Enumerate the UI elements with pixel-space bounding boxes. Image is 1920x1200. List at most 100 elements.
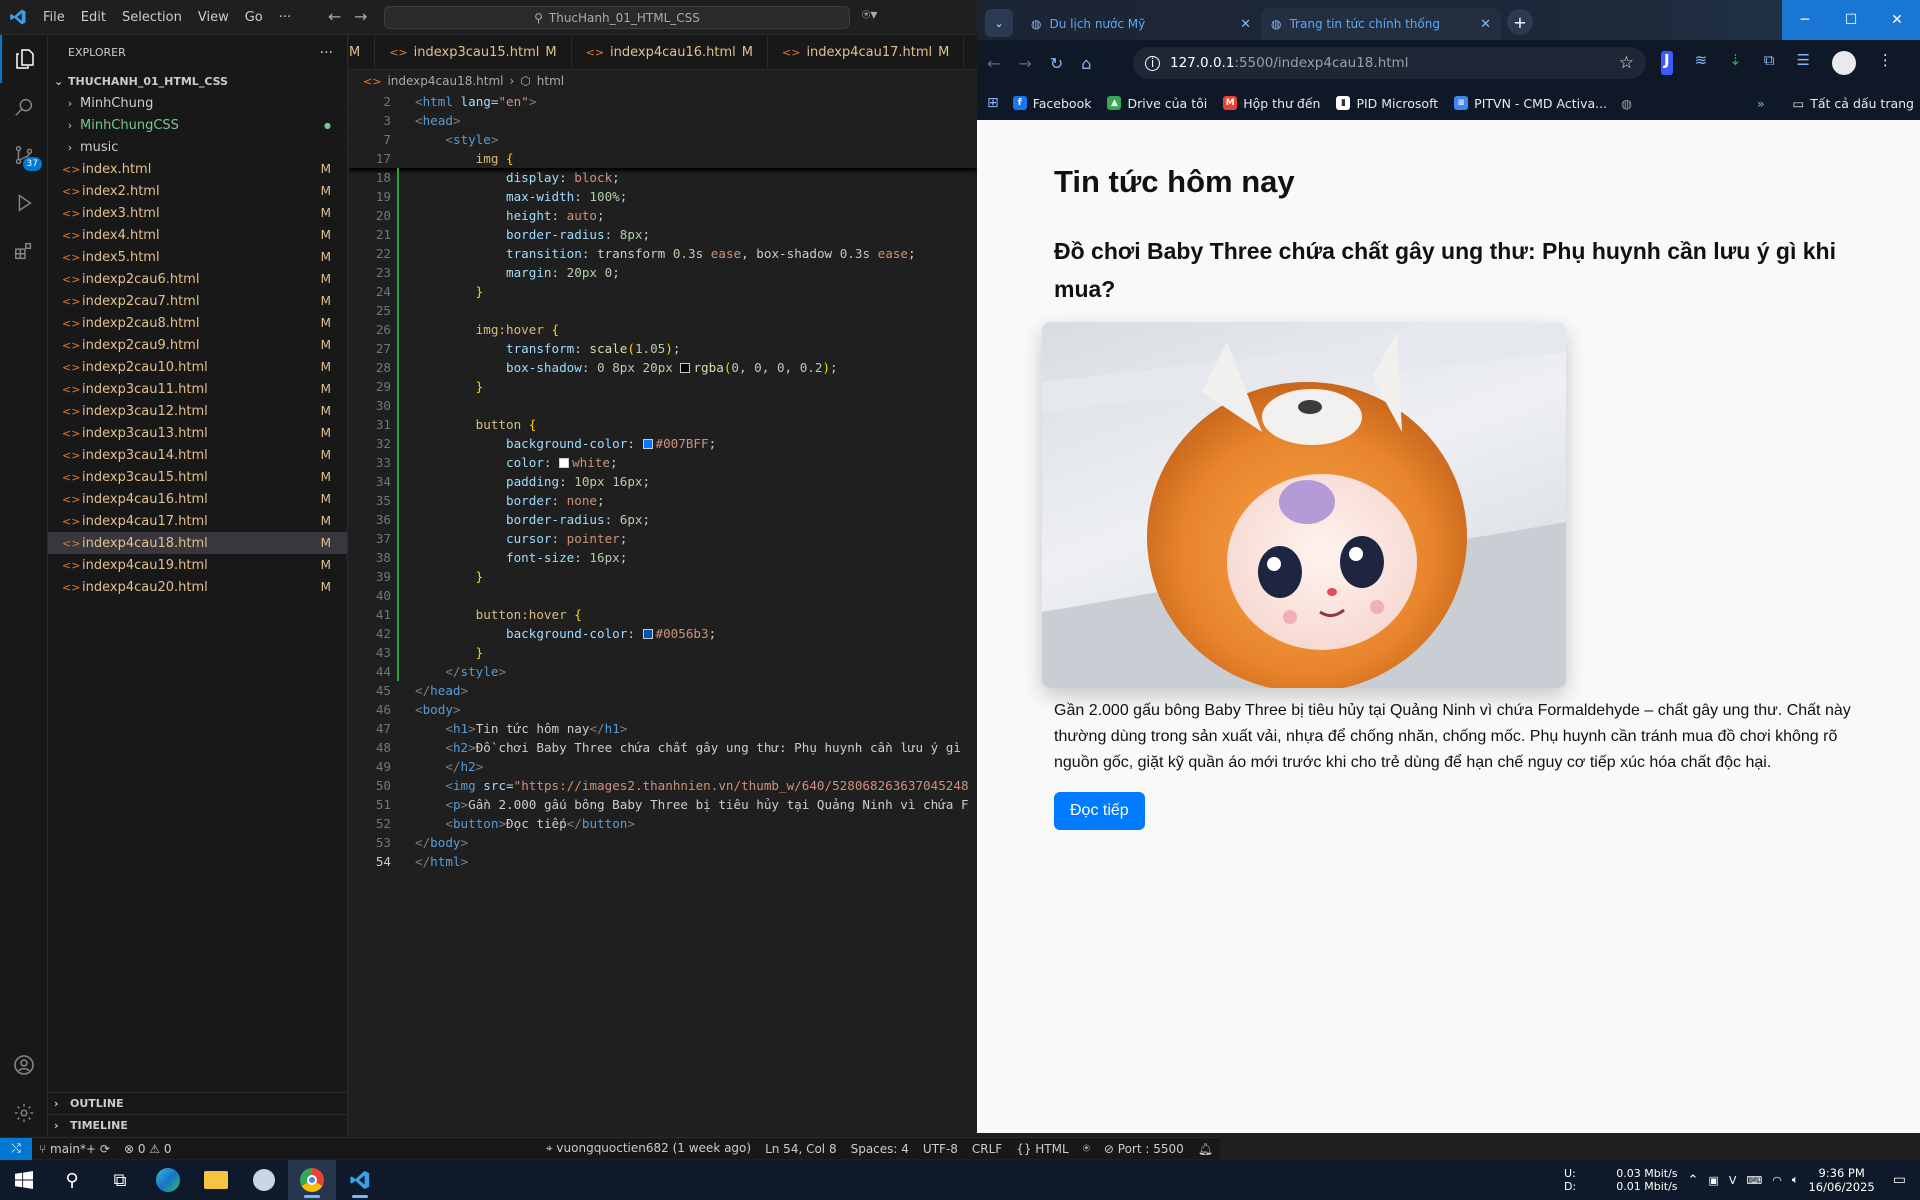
tab-search-icon[interactable]: ⌄ [985, 9, 1013, 37]
keyboard-icon[interactable]: ⌨ [1746, 1174, 1762, 1187]
tree-file[interactable]: <> indexp3cau12.html M [48, 400, 347, 422]
language-mode[interactable]: {} HTML [1009, 1142, 1075, 1156]
maximize-button[interactable]: ☐ [1828, 0, 1874, 40]
reading-list-icon[interactable]: ☰ [1796, 51, 1809, 75]
tree-folder[interactable]: › MinhChung [48, 92, 347, 114]
timeline-section[interactable]: › TIMELINE [48, 1114, 347, 1136]
code-editor[interactable]: 2 <html lang="en"> 3 <head> 7 <style> 17 img … [349, 92, 977, 1137]
cursor-position[interactable]: Ln 54, Col 8 [758, 1142, 844, 1156]
explorer-more-icon[interactable]: ··· [320, 45, 333, 61]
tree-file[interactable]: <> indexp3cau14.html M [48, 444, 347, 466]
tree-folder[interactable]: › music [48, 136, 347, 158]
apps-grid-icon[interactable]: ⊞ [987, 95, 999, 111]
tree-file[interactable]: <> indexp4cau17.html M [48, 510, 347, 532]
remote-indicator-icon[interactable]: ⤭ [0, 1137, 32, 1160]
bookmarks-more-icon[interactable]: » [1757, 96, 1765, 111]
editor-tab[interactable]: <> indexp4cau16.html M [571, 35, 768, 69]
address-bar[interactable]: i 127.0.0.1:5500/indexp4cau18.html ☆ [1133, 47, 1646, 79]
close-window-button[interactable]: ✕ [1874, 0, 1920, 40]
menu-item[interactable]: Selection [114, 0, 190, 35]
tree-file[interactable]: <> indexp2cau6.html M [48, 268, 347, 290]
tree-file[interactable]: <> indexp4cau16.html M [48, 488, 347, 510]
reload-icon[interactable]: ↻ [1050, 54, 1063, 73]
search-icon[interactable]: ⚲ [48, 1160, 96, 1200]
run-debug-icon[interactable] [0, 179, 48, 227]
volume-icon[interactable]: 🔈︎ [1792, 1173, 1799, 1187]
tree-file[interactable]: <> indexp2cau9.html M [48, 334, 347, 356]
problems-status[interactable]: ⊗ 0 ⚠ 0 [117, 1142, 179, 1156]
menu-item[interactable]: Edit [73, 0, 114, 35]
editor-tab[interactable]: <> indexp3cau15.html M [375, 35, 572, 69]
tree-file[interactable]: <> index.html M [48, 158, 347, 180]
tree-file[interactable]: <> indexp2cau7.html M [48, 290, 347, 312]
close-tab-icon[interactable]: ✕ [1480, 17, 1491, 32]
tree-folder[interactable]: › MinhChungCSS ● [48, 114, 347, 136]
explorer-icon[interactable] [0, 35, 48, 83]
menu-item[interactable]: ··· [271, 0, 299, 35]
file-explorer-icon[interactable] [192, 1160, 240, 1200]
forward-arrow-icon[interactable]: → [354, 7, 367, 26]
bookmark-item[interactable]: f Facebook [1012, 96, 1091, 111]
branch-status[interactable]: ⑂ main*+ ⟳ [32, 1142, 117, 1156]
site-info-icon[interactable]: i [1145, 55, 1160, 71]
tree-file[interactable]: <> indexp4cau20.html M [48, 576, 347, 598]
live-server-port[interactable]: ⊘ Port : 5500 [1097, 1142, 1191, 1156]
browser-tab[interactable]: ◍ Trang tin tức chính thống ✕ [1261, 8, 1501, 40]
tree-file[interactable]: <> index5.html M [48, 246, 347, 268]
account-icon[interactable] [0, 1041, 48, 1089]
back-arrow-icon[interactable]: ← [987, 54, 1000, 73]
workspace-folder[interactable]: ⌄ THUCHANH_01_HTML_CSS [48, 70, 347, 92]
tree-file[interactable]: <> indexp2cau10.html M [48, 356, 347, 378]
menu-item[interactable]: Go [237, 0, 271, 35]
git-blame-status[interactable]: ⌖ vuongquoctien682 (1 week ago) [539, 1141, 758, 1156]
bookmark-item[interactable]: ▲ Drive của tôi [1107, 96, 1207, 111]
windows-start-icon[interactable] [0, 1160, 48, 1200]
tree-file[interactable]: <> indexp3cau13.html M [48, 422, 347, 444]
home-icon[interactable]: ⌂ [1081, 54, 1091, 73]
bookmark-star-icon[interactable]: ☆ [1619, 53, 1634, 73]
extension-j-icon[interactable]: J [1661, 51, 1673, 75]
wifi-icon[interactable]: ◠ [1772, 1174, 1782, 1187]
settings-gear-icon[interactable] [0, 1089, 48, 1137]
edge-browser-icon[interactable] [144, 1160, 192, 1200]
extension-translate-icon[interactable]: ≋ [1695, 51, 1708, 75]
html-file-icon[interactable]: <> [964, 35, 977, 69]
tree-file[interactable]: <> indexp3cau11.html M [48, 378, 347, 400]
meet-now-icon[interactable]: ▣ [1708, 1174, 1718, 1187]
notifications-bell-icon[interactable]: 🔔︎ [1191, 1142, 1220, 1156]
globe-icon[interactable]: ◍ [1621, 96, 1632, 111]
download-icon[interactable]: ⇣ [1729, 51, 1742, 75]
back-arrow-icon[interactable]: ← [328, 7, 341, 26]
extensions-puzzle-icon[interactable]: ⧉ [1764, 51, 1775, 75]
outline-section[interactable]: › OUTLINE [48, 1092, 347, 1114]
browser-menu-icon[interactable]: ⋮ [1878, 51, 1893, 75]
close-tab-icon[interactable]: ✕ [1240, 17, 1251, 32]
encoding-status[interactable]: UTF-8 [916, 1142, 965, 1156]
chevron-up-icon[interactable]: ⌃ [1688, 1173, 1699, 1188]
tree-file[interactable]: <> indexp3cau15.html M [48, 466, 347, 488]
clock[interactable]: 9:36 PM 16/06/2025 [1808, 1166, 1874, 1194]
browser-tab[interactable]: ◍ Du lịch nước Mỹ ✕ [1021, 8, 1261, 40]
source-control-icon[interactable]: 37 [0, 131, 48, 179]
vpn-icon[interactable]: V [1729, 1174, 1737, 1187]
bookmark-item[interactable]: M Hộp thư đến [1223, 96, 1320, 111]
task-view-icon[interactable]: ⧉ [96, 1160, 144, 1200]
new-tab-button[interactable]: + [1507, 9, 1533, 35]
indentation-status[interactable]: Spaces: 4 [844, 1142, 916, 1156]
breadcrumb-file[interactable]: indexp4cau18.html [387, 74, 503, 88]
tree-file[interactable]: <> indexp4cau19.html M [48, 554, 347, 576]
bookmark-item[interactable]: ≡ PITVN - CMD Activa... [1454, 96, 1607, 111]
copilot-icon[interactable]: ⍟▾ [862, 7, 877, 23]
tree-file[interactable]: <> index3.html M [48, 202, 347, 224]
tree-file[interactable]: <> index4.html M [48, 224, 347, 246]
editor-tab[interactable]: <> indexp4cau17.html M [768, 35, 965, 69]
extensions-icon[interactable] [0, 227, 48, 275]
vscode-taskbar-icon[interactable] [336, 1160, 384, 1200]
bookmark-item[interactable]: ▮ PID Microsoft [1336, 96, 1438, 111]
eol-status[interactable]: CRLF [965, 1142, 1009, 1156]
all-bookmarks[interactable]: ▭ Tất cả dấu trang [1792, 96, 1914, 111]
tree-file[interactable]: <> indexp4cau18.html M [48, 532, 347, 554]
command-center-search[interactable]: ⚲ ThucHanh_01_HTML_CSS [384, 6, 850, 29]
profile-avatar[interactable] [1831, 51, 1856, 75]
menu-item[interactable]: View [190, 0, 237, 35]
